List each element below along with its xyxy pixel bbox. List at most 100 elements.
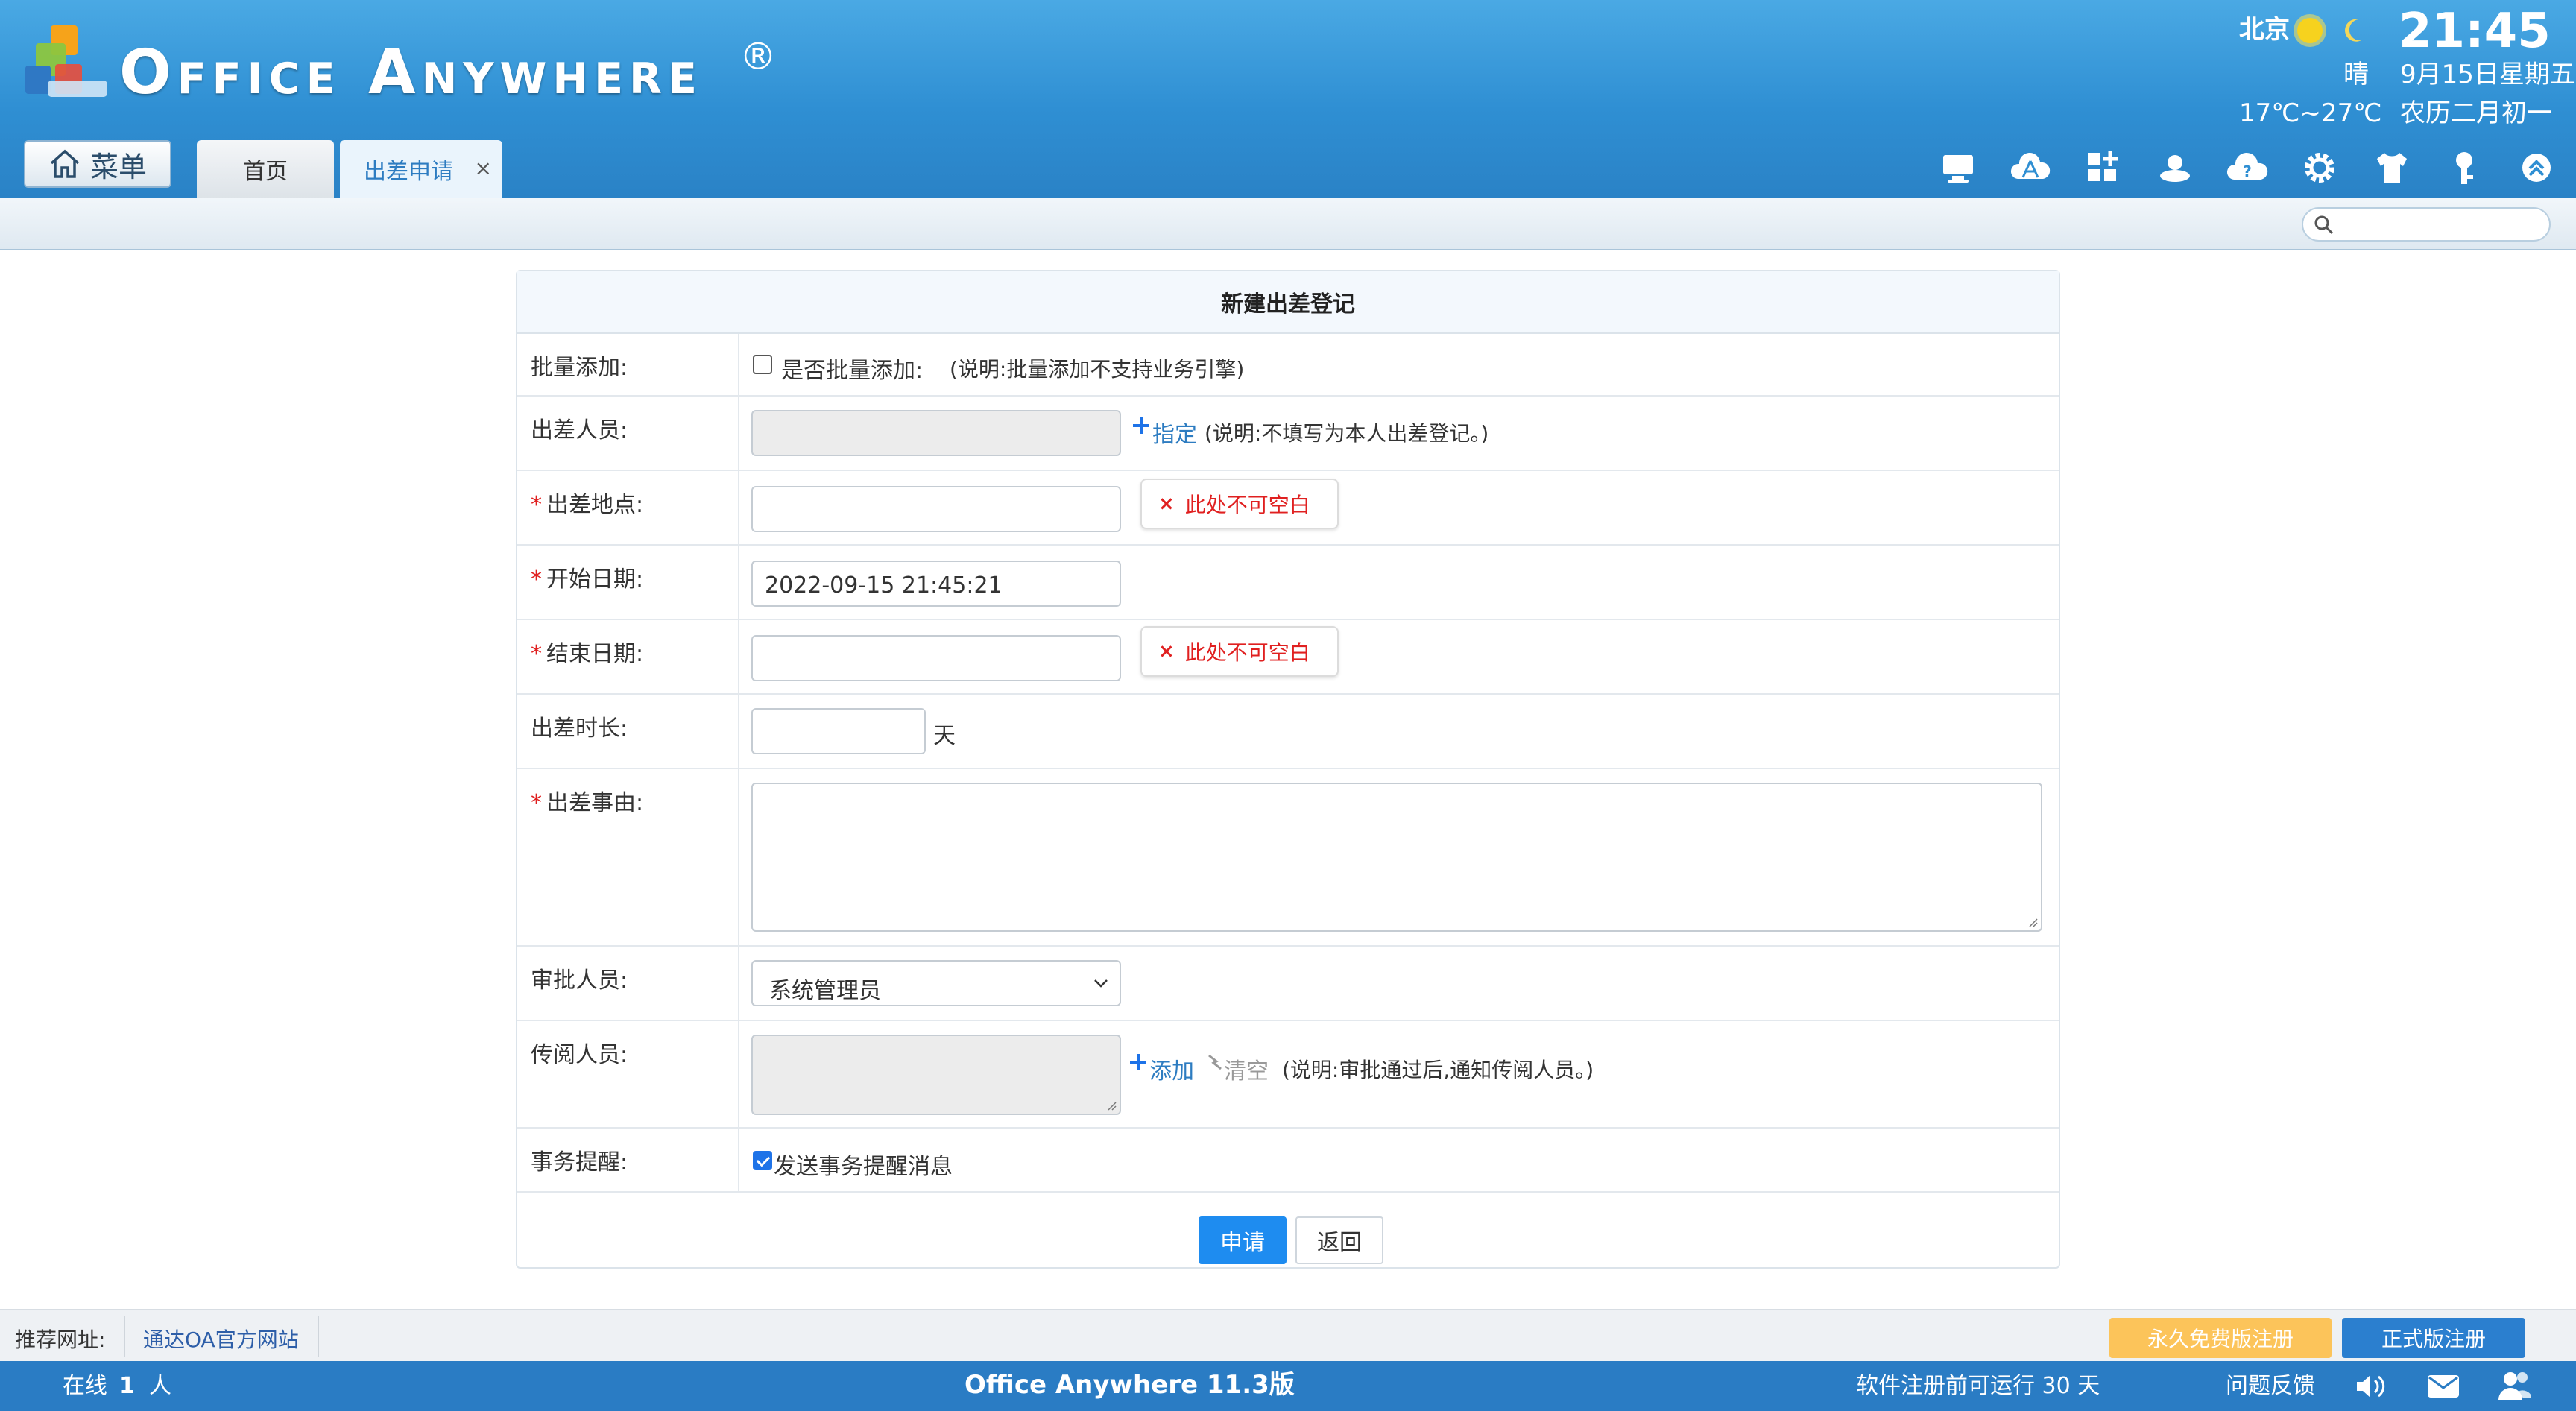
collapse-up-icon[interactable] <box>2512 143 2561 192</box>
label-duration: 出差时长: <box>517 695 739 768</box>
online-suffix: 人 <box>149 1373 171 1399</box>
reminder-checkbox[interactable] <box>753 1151 772 1170</box>
label-batch-add: 批量添加: <box>517 334 739 395</box>
form-actions: 申请 返回 <box>517 1193 2059 1267</box>
label-end-date: 结束日期: <box>546 641 644 667</box>
resize-handle-icon[interactable] <box>2026 915 2038 927</box>
sunny-icon <box>2297 18 2323 43</box>
reminder-checkbox-label: 发送事务提醒消息 <box>774 1154 953 1180</box>
search-icon <box>2314 215 2334 235</box>
label-location: 出差地点: <box>546 492 644 518</box>
speaker-icon[interactable] <box>2352 1369 2388 1404</box>
tab-business-trip[interactable]: 出差申请 × <box>340 140 502 198</box>
trial-notice: 软件注册前可运行 30 天 <box>1856 1373 2100 1399</box>
row-approver: 审批人员: 系统管理员 <box>517 947 2059 1021</box>
location-error-text: 此处不可空白 <box>1184 493 1310 517</box>
mail-icon[interactable] <box>2425 1369 2461 1404</box>
settings-gear-icon[interactable] <box>2295 143 2344 192</box>
tab-home[interactable]: 首页 <box>197 140 334 198</box>
chevron-down-icon <box>1094 979 1108 988</box>
clear-icon <box>1208 1054 1222 1070</box>
clear-circulate-link[interactable]: 清空 <box>1224 1052 1269 1085</box>
end-date-field[interactable] <box>751 635 1121 681</box>
error-x-icon: × <box>1158 640 1175 663</box>
batch-add-checkbox[interactable] <box>753 355 772 374</box>
help-cloud-icon[interactable]: ? <box>2223 143 2272 192</box>
start-date-field[interactable]: 2022-09-15 21:45:21 <box>751 561 1121 607</box>
user-disk-icon[interactable] <box>2150 143 2200 192</box>
weather-city: 北京 <box>2239 15 2290 45</box>
approver-select[interactable]: 系统管理员 <box>751 960 1121 1006</box>
recommend-label: 推荐网址: <box>15 1328 106 1352</box>
row-reminder: 事务提醒: 发送事务提醒消息 <box>517 1129 2059 1193</box>
form-title: 新建出差登记 <box>517 271 2059 334</box>
plus-icon <box>1133 417 1149 434</box>
tab-close-icon[interactable]: × <box>475 157 492 180</box>
row-batch-add: 批量添加: 是否批量添加: (说明:批量添加不支持业务引擎) <box>517 334 2059 397</box>
row-circulate: 传阅人员: 添加 清空 (说明:审批通过后,通知传阅人员。) <box>517 1021 2059 1129</box>
traveler-hint: (说明:不填写为本人出差登记。) <box>1205 421 1489 446</box>
approver-selected-value: 系统管理员 <box>769 978 881 1004</box>
row-end-date: * 结束日期: × 此处不可空白 <box>517 620 2059 695</box>
traveler-field[interactable] <box>751 410 1121 456</box>
location-field[interactable] <box>751 486 1121 532</box>
required-marker: * <box>531 566 542 593</box>
label-traveler: 出差人员: <box>517 397 739 470</box>
online-count[interactable]: 1 <box>119 1371 135 1401</box>
required-marker: * <box>531 641 542 667</box>
circulate-field[interactable] <box>751 1035 1121 1115</box>
users-icon[interactable] <box>2497 1369 2533 1404</box>
add-circulate-link[interactable]: 添加 <box>1149 1052 1194 1085</box>
app-header: Office Anywhere ® 北京 晴 17℃~27℃ 21:45 9月1… <box>0 0 2576 198</box>
weather-condition: 晴 <box>2343 60 2369 89</box>
end-date-error-text: 此处不可空白 <box>1184 640 1310 665</box>
row-duration: 出差时长: 天 <box>517 695 2059 769</box>
label-reminder: 事务提醒: <box>517 1129 739 1191</box>
row-start-date: * 开始日期: 2022-09-15 21:45:21 <box>517 546 2059 620</box>
registered-mark: ® <box>739 35 777 78</box>
submit-button[interactable]: 申请 <box>1199 1216 1287 1264</box>
lunar-date: 农历二月初一 <box>2400 98 2552 128</box>
tab-business-trip-label: 出差申请 <box>364 159 453 185</box>
menu-button[interactable]: 菜单 <box>24 140 171 188</box>
formal-register-button[interactable]: 正式版注册 <box>2342 1318 2525 1358</box>
official-site-link[interactable]: 通达OA官方网站 <box>143 1324 299 1354</box>
clock-time: 21:45 <box>2399 4 2551 59</box>
apps-add-icon[interactable] <box>2078 143 2127 192</box>
version-text: Office Anywhere 11.3版 <box>965 1370 1295 1400</box>
row-reason: * 出差事由: <box>517 769 2059 947</box>
label-start-date: 开始日期: <box>546 566 644 593</box>
key-icon[interactable] <box>2440 143 2489 192</box>
business-trip-form: 新建出差登记 批量添加: 是否批量添加: (说明:批量添加不支持业务引擎) 出差… <box>516 270 2060 1269</box>
resize-handle-icon[interactable] <box>1105 1099 1117 1111</box>
brand-name: Office Anywhere <box>119 37 703 108</box>
duration-unit: 天 <box>933 723 956 749</box>
feedback-link[interactable]: 问题反馈 <box>2226 1371 2315 1401</box>
tab-home-label: 首页 <box>243 159 288 185</box>
label-reason: 出差事由: <box>546 790 644 816</box>
back-button[interactable]: 返回 <box>1295 1216 1383 1264</box>
batch-add-hint: (说明:批量添加不支持业务引擎) <box>950 357 1245 382</box>
search-input[interactable] <box>2302 207 2551 242</box>
weather-temperature: 17℃~27℃ <box>2239 98 2382 128</box>
desktop-icon[interactable] <box>1933 143 1983 192</box>
svg-text:?: ? <box>2243 162 2252 180</box>
reason-textarea[interactable] <box>751 783 2042 932</box>
assign-traveler-link[interactable]: 指定 <box>1152 416 1197 449</box>
row-traveler: 出差人员: 指定 (说明:不填写为本人出差登记。) <box>517 397 2059 471</box>
duration-field[interactable] <box>751 708 926 754</box>
location-error-tip: × 此处不可空白 <box>1140 479 1339 529</box>
label-approver: 审批人员: <box>517 947 739 1020</box>
label-circulate: 传阅人员: <box>517 1021 739 1127</box>
end-date-error-tip: × 此处不可空白 <box>1140 626 1339 677</box>
clock-date: 9月15日星期五 <box>2400 60 2575 89</box>
free-register-button[interactable]: 永久免费版注册 <box>2109 1318 2332 1358</box>
shirt-theme-icon[interactable] <box>2367 143 2416 192</box>
required-marker: * <box>531 492 542 518</box>
cloud-network-icon[interactable] <box>2006 143 2055 192</box>
online-prefix: 在线 <box>63 1373 107 1399</box>
divider <box>318 1316 319 1357</box>
sub-toolbar <box>0 198 2576 250</box>
office-anywhere-logo <box>25 25 107 97</box>
moon-icon <box>2345 19 2361 42</box>
